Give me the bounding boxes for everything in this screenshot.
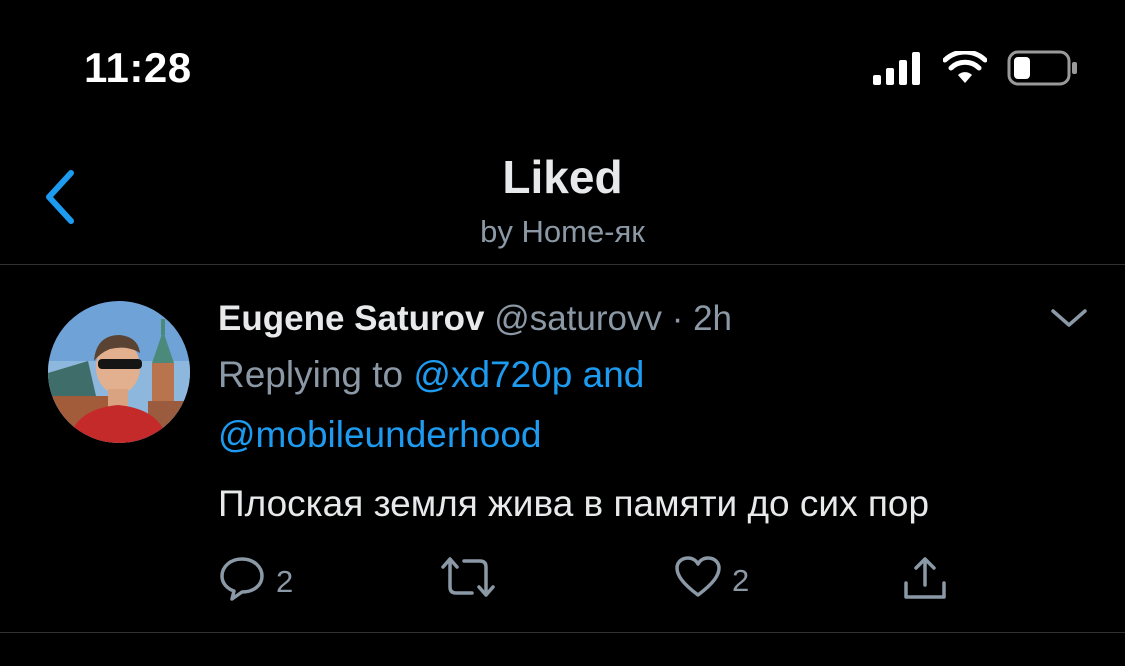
share-button[interactable] <box>902 555 948 609</box>
tweet-body: Eugene Saturov @saturovv · 2h Replying t… <box>218 295 1098 529</box>
nav-header: Liked by Home-як <box>0 140 1125 265</box>
wifi-icon <box>942 49 988 90</box>
like-count: 2 <box>732 563 750 598</box>
replying-prefix: Replying to <box>218 354 414 395</box>
page-subtitle: by Home-як <box>480 214 645 249</box>
retweet-button[interactable] <box>440 555 506 607</box>
status-icons <box>873 49 1079 91</box>
chevron-down-icon <box>1049 309 1089 337</box>
author-name[interactable]: Eugene Saturov <box>218 299 484 338</box>
retweet-icon <box>440 555 496 607</box>
signal-icon <box>873 51 923 90</box>
mention-link-2[interactable]: @mobileunderhood <box>218 414 542 455</box>
tweet-actions: 2 2 <box>218 555 958 605</box>
replying-to: Replying to @xd720p and @mobileunderhood <box>218 345 1098 465</box>
reply-button[interactable]: 2 <box>218 555 293 609</box>
reply-count: 2 <box>276 564 294 599</box>
heart-icon <box>674 555 722 607</box>
reply-icon <box>218 555 266 609</box>
page-title: Liked <box>502 151 623 203</box>
tweet-header: Eugene Saturov @saturovv · 2h <box>218 295 1098 343</box>
author-handle-time: @saturovv · 2h <box>494 299 733 338</box>
battery-icon <box>1007 50 1079 91</box>
tweet-menu-button[interactable] <box>1049 303 1089 333</box>
mention-link-1[interactable]: @xd720p and <box>413 354 644 395</box>
status-time: 11:28 <box>84 44 192 91</box>
like-button[interactable]: 2 <box>674 555 749 607</box>
tweet-card[interactable]: Eugene Saturov @saturovv · 2h Replying t… <box>0 265 1125 633</box>
tweet-text: Плоская земля жива в памяти до сих пор <box>218 483 930 524</box>
avatar[interactable] <box>48 301 190 443</box>
status-bar: 11:28 <box>0 0 1125 140</box>
share-icon <box>902 555 948 609</box>
